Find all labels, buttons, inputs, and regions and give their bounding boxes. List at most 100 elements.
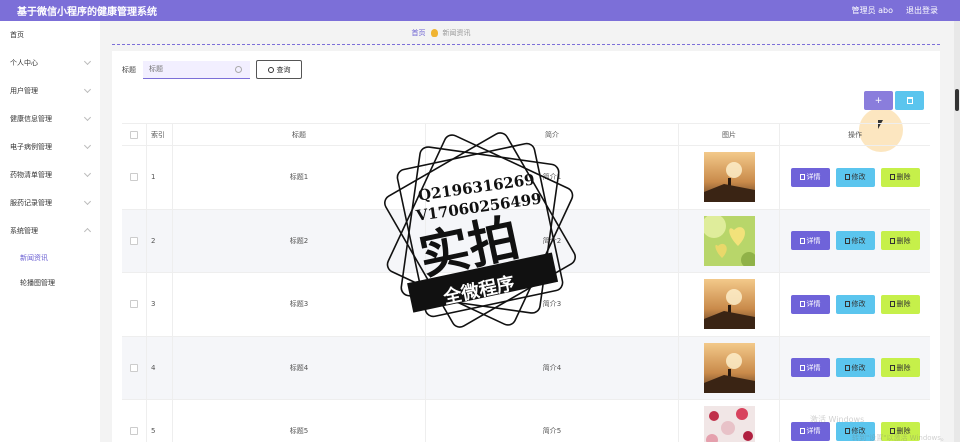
title-cell: 标题5 [173, 400, 426, 442]
sidebar-subitem-carousel[interactable]: 轮播图管理 [0, 270, 100, 295]
image-cell [679, 336, 780, 399]
row-checkbox[interactable] [130, 363, 138, 372]
edit-button[interactable]: 修改 [835, 294, 875, 314]
search-label: 标题 [122, 65, 136, 74]
table-row: 5 标题5 简介5 详情 修改 删除 [122, 400, 930, 442]
sidebar: 首页 个人中心 用户管理 健康信息管理 电子病例管理 药物清单管理 服药记录管理… [0, 21, 100, 442]
edit-label: 修改 [851, 173, 866, 182]
edit-button[interactable]: 修改 [835, 167, 875, 187]
checkbox-cell [122, 336, 147, 399]
index-cell: 4 [147, 336, 173, 399]
scrollbar-thumb[interactable] [955, 89, 959, 111]
detail-button[interactable]: 详情 [790, 358, 830, 378]
news-thumbnail[interactable] [703, 342, 755, 393]
news-thumbnail[interactable] [703, 215, 755, 266]
checkbox-cell [122, 273, 147, 336]
delete-button[interactable]: 删除 [880, 167, 920, 187]
document-icon [799, 301, 805, 308]
pencil-icon [844, 237, 850, 244]
sidebar-item-system[interactable]: 系统管理 [0, 217, 100, 245]
news-thumbnail[interactable] [703, 279, 755, 330]
query-button-label: 查询 [276, 65, 291, 74]
header-ops: 操作 [848, 130, 862, 139]
detail-label: 详情 [806, 427, 821, 436]
index-cell: 5 [147, 400, 173, 442]
delete-button[interactable]: 删除 [880, 294, 920, 314]
news-thumbnail[interactable] [703, 152, 755, 203]
row-checkbox[interactable] [130, 300, 138, 309]
trash-icon [889, 237, 895, 244]
edit-button[interactable]: 修改 [835, 231, 875, 251]
checkbox-cell [122, 400, 147, 442]
delete-button[interactable]: 删除 [880, 231, 920, 251]
sidebar-item-health-info[interactable]: 健康信息管理 [0, 105, 100, 133]
page-scrollbar[interactable] [954, 21, 960, 442]
sidebar-item-drug-list[interactable]: 药物清单管理 [0, 161, 100, 189]
image-cell [679, 209, 780, 272]
chevron-down-icon [83, 197, 92, 206]
intro-cell: 简介4 [426, 336, 679, 399]
sidebar-subitem-news[interactable]: 新闻资讯 [0, 245, 100, 270]
header-image: 图片 [679, 124, 780, 145]
sidebar-item-label: 系统管理 [10, 227, 38, 235]
search-icon [235, 65, 242, 73]
sidebar-item-label: 用户管理 [10, 87, 38, 95]
sidebar-item-medication-log[interactable]: 服药记录管理 [0, 189, 100, 217]
news-thumbnail[interactable] [703, 406, 755, 442]
detail-label: 详情 [806, 173, 821, 182]
search-row: 标题 查询 [122, 60, 302, 79]
search-input[interactable] [149, 65, 235, 73]
batch-delete-button[interactable] [895, 91, 924, 110]
edit-label: 修改 [851, 363, 866, 372]
title-cell: 标题4 [173, 336, 426, 399]
logout-link[interactable]: 退出登录 [906, 5, 938, 16]
document-icon [799, 364, 805, 371]
query-button[interactable]: 查询 [256, 60, 302, 79]
select-all-checkbox[interactable] [130, 130, 138, 139]
detail-button[interactable]: 详情 [790, 231, 830, 251]
sidebar-item-home[interactable]: 首页 [0, 21, 100, 49]
sidebar-item-label: 药物清单管理 [10, 171, 52, 179]
chevron-down-icon [83, 141, 92, 150]
windows-activation-line1: 激活 Windows [810, 415, 865, 424]
sidebar-item-label: 健康信息管理 [10, 115, 52, 123]
main-area: 首页 新闻资讯 标题 查询 + 索引 标题 简介 图片 [100, 21, 960, 442]
intro-cell: 简介2 [426, 209, 679, 272]
ops-cell: 详情 修改 删除 [780, 210, 930, 273]
sidebar-item-personal[interactable]: 个人中心 [0, 49, 100, 77]
chevron-up-icon [83, 227, 92, 236]
index-cell: 1 [147, 146, 173, 209]
detail-button[interactable]: 详情 [790, 167, 830, 187]
intro-cell: 简介5 [426, 400, 679, 442]
sidebar-item-label: 首页 [10, 31, 24, 39]
search-box[interactable] [143, 60, 250, 79]
windows-activation-line2: 转到"设置"以激活 Windows。 [852, 434, 948, 442]
pencil-icon [844, 428, 850, 435]
sidebar-item-medical-records[interactable]: 电子病例管理 [0, 133, 100, 161]
pencil-icon [844, 174, 850, 181]
add-button[interactable]: + [864, 91, 893, 110]
row-checkbox[interactable] [130, 236, 138, 245]
row-checkbox[interactable] [130, 173, 138, 182]
sidebar-item-users[interactable]: 用户管理 [0, 77, 100, 105]
ops-cell: 详情 修改 删除 [780, 146, 930, 209]
table-row: 2 标题2 简介2 详情 修改 删除 [122, 209, 930, 273]
breadcrumb-current: 新闻资讯 [442, 28, 471, 37]
edit-button[interactable]: 修改 [835, 358, 875, 378]
delete-label: 删除 [896, 236, 911, 245]
detail-label: 详情 [806, 363, 821, 372]
admin-label: 管理员 abo [851, 6, 893, 15]
chevron-down-icon [83, 169, 92, 178]
delete-button[interactable]: 删除 [880, 358, 920, 378]
header-intro: 简介 [426, 124, 679, 145]
title-cell: 标题1 [173, 146, 426, 209]
chevron-down-icon [83, 57, 92, 66]
row-checkbox[interactable] [130, 427, 138, 436]
breadcrumb-home[interactable]: 首页 [412, 28, 426, 38]
sidebar-subitem-label: 轮播图管理 [20, 278, 55, 287]
edit-label: 修改 [851, 300, 866, 309]
detail-button[interactable]: 详情 [790, 294, 830, 314]
delete-label: 删除 [896, 300, 911, 309]
image-cell [679, 400, 780, 442]
table-row: 3 标题3 简介3 详情 修改 删除 [122, 273, 930, 337]
